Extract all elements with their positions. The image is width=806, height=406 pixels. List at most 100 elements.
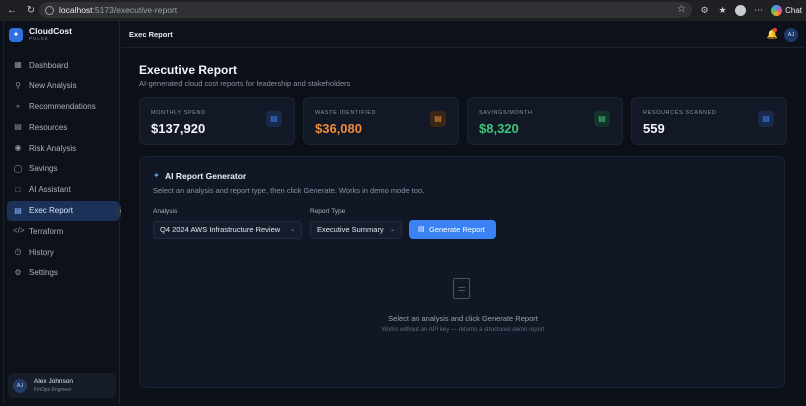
header-avatar[interactable]: AJ — [784, 28, 798, 42]
chevron-down-icon: ⌄ — [289, 227, 295, 233]
stat-value: $137,920 — [151, 121, 206, 136]
sidebar-item-savings[interactable]: ◯ Savings — [7, 159, 119, 179]
sidebar-item-resources[interactable]: ▤ Resources — [7, 117, 119, 137]
document-icon: ▤ — [418, 226, 425, 233]
sidebar-item-label: Recommendations — [29, 102, 96, 112]
generate-report-label: Generate Report — [429, 225, 485, 234]
empty-document-icon — [453, 278, 470, 299]
chat-button[interactable]: Chat — [771, 5, 802, 16]
sidebar-item-label: Risk Analysis — [29, 143, 77, 153]
sidebar-item-label: History — [29, 247, 54, 257]
search-icon: ⚲ — [15, 80, 21, 90]
stat-value: 559 — [643, 121, 665, 136]
address-bar[interactable]: localhost:5173/executive-report ☆ — [39, 2, 692, 18]
document-icon: ▤ — [266, 111, 282, 127]
header-title: Exec Report — [129, 30, 173, 39]
brand[interactable]: ✦ CloudCost PULSE — [9, 27, 72, 42]
browser-toolbar: ← ↻ localhost:5173/executive-report ☆ ⚙ … — [0, 0, 806, 21]
stat-label: RESOURCES SCANNED — [643, 110, 717, 116]
sidebar-item-ai-assistant[interactable]: □ AI Assistant — [7, 180, 119, 200]
document-icon: ▤ — [594, 111, 610, 127]
generate-report-button[interactable]: ▤ Generate Report — [409, 220, 496, 239]
report-type-select[interactable]: Executive Summary ⌄ — [310, 221, 402, 239]
sidebar-item-recommendations[interactable]: ⚬ Recommendations — [7, 97, 119, 117]
more-menu-icon[interactable]: ⋯ — [753, 5, 764, 16]
sidebar-item-label: Savings — [29, 164, 58, 174]
brand-subtitle: PULSE — [29, 36, 49, 41]
sidebar-item-label: AI Assistant — [29, 185, 71, 195]
profile-avatar[interactable] — [735, 5, 747, 16]
analysis-select-value: Q4 2024 AWS Infrastructure Review — [160, 225, 281, 234]
document-icon: ▤ — [758, 111, 774, 127]
sidebar-item-new-analysis[interactable]: ⚲ New Analysis — [7, 76, 119, 96]
main-content: Executive Report AI-generated cloud cost… — [121, 48, 804, 404]
code-icon: </> — [13, 226, 25, 236]
notification-dot — [773, 28, 777, 32]
grid-icon: ▦ — [14, 60, 22, 69]
chevron-down-icon: ⌄ — [389, 227, 395, 233]
reload-icon[interactable]: ↻ — [24, 4, 38, 18]
report-type-select-value: Executive Summary — [317, 225, 384, 234]
stat-value: $8,320 — [479, 121, 519, 136]
url-text: localhost:5173/executive-report — [59, 5, 178, 15]
stat-card-resources-scanned: RESOURCES SCANNED 559 ▤ — [631, 97, 787, 145]
top-header: Exec Report 🔔 AJ — [121, 21, 804, 48]
sidebar: ✦ CloudCost PULSE ▦ Dashboard ⚲ New Anal… — [4, 21, 126, 404]
analysis-select[interactable]: Q4 2024 AWS Infrastructure Review ⌄ — [153, 221, 302, 239]
stat-card-waste-identified: WASTE IDENTIFIED $36,080 ▤ — [303, 97, 459, 145]
sidebar-item-settings[interactable]: ⚙ Settings — [7, 263, 119, 283]
empty-state-message: Select an analysis and click Generate Re… — [388, 314, 538, 323]
user-card[interactable]: AJ Alex Johnson FinOps Engineer — [8, 373, 116, 398]
document-icon: ▤ — [430, 111, 446, 127]
sidebar-item-label: Terraform — [29, 226, 64, 236]
stat-card-savings-month: SAVINGS/MONTH $8,320 ▤ — [467, 97, 623, 145]
empty-state-hint: Works without an API key — returns a str… — [381, 327, 545, 333]
stat-label: WASTE IDENTIFIED — [315, 110, 377, 116]
brand-logo-icon: ✦ — [9, 27, 23, 42]
sidebar-item-history[interactable]: ◷ History — [7, 242, 119, 262]
gear-icon: ⚙ — [14, 267, 22, 277]
sidebar-item-label: Resources — [29, 122, 68, 132]
back-arrow-icon[interactable]: ← — [5, 4, 19, 18]
bookmark-star-icon[interactable]: ☆ — [677, 4, 686, 15]
avatar: AJ — [13, 378, 27, 393]
chat-label: Chat — [785, 6, 802, 15]
sidebar-item-label: Dashboard — [29, 60, 69, 70]
page-title: Executive Report — [139, 63, 238, 77]
sidebar-item-terraform[interactable]: </> Terraform — [7, 221, 119, 241]
sidebar-item-risk-analysis[interactable]: ◉ Risk Analysis — [7, 138, 119, 158]
sidebar-item-label: Exec Report — [29, 206, 74, 216]
sidebar-item-label: Settings — [29, 268, 58, 278]
sidebar-item-exec-report[interactable]: ▤ Exec Report — [7, 200, 119, 221]
server-icon: ▤ — [14, 122, 22, 132]
browser-actions: ⚙ ★ ⋯ Chat — [699, 0, 802, 21]
piggy-bank-icon: ◯ — [13, 163, 23, 173]
user-role: FinOps Engineer — [34, 387, 72, 393]
page-subtitle: AI-generated cloud cost reports for lead… — [139, 79, 351, 88]
generator-subtitle: Select an analysis and report type, then… — [153, 186, 425, 195]
lightbulb-icon: ⚬ — [14, 101, 22, 111]
brand-name: CloudCost — [29, 26, 72, 36]
document-icon: ▤ — [14, 205, 22, 215]
chat-icon: □ — [15, 184, 21, 194]
report-generator-panel: ✦ AI Report Generator Select an analysis… — [139, 156, 785, 388]
analysis-label: Analysis — [153, 208, 178, 215]
sparkle-icon: ✦ — [153, 171, 160, 180]
stat-value: $36,080 — [315, 121, 362, 136]
report-type-label: Report Type — [310, 208, 346, 215]
sidebar-item-label: New Analysis — [29, 81, 77, 91]
favorites-icon[interactable]: ★ — [717, 5, 728, 16]
stat-label: MONTHLY SPEND — [151, 110, 206, 116]
stat-label: SAVINGS/MONTH — [479, 110, 533, 116]
user-name: Alex Johnson — [34, 378, 74, 385]
stat-card-monthly-spend: MONTHLY SPEND $137,920 ▤ — [139, 97, 295, 145]
sidebar-item-dashboard[interactable]: ▦ Dashboard — [7, 55, 119, 75]
generator-title: AI Report Generator — [165, 171, 247, 181]
app-window: ✦ CloudCost PULSE ▦ Dashboard ⚲ New Anal… — [3, 21, 804, 404]
history-icon: ◷ — [14, 247, 22, 257]
shield-icon: ◉ — [14, 143, 22, 153]
extensions-icon[interactable]: ⚙ — [699, 5, 710, 16]
sidebar-nav: ▦ Dashboard ⚲ New Analysis ⚬ Recommendat… — [7, 55, 119, 284]
copilot-icon — [771, 5, 783, 16]
site-info-icon[interactable] — [45, 5, 54, 15]
